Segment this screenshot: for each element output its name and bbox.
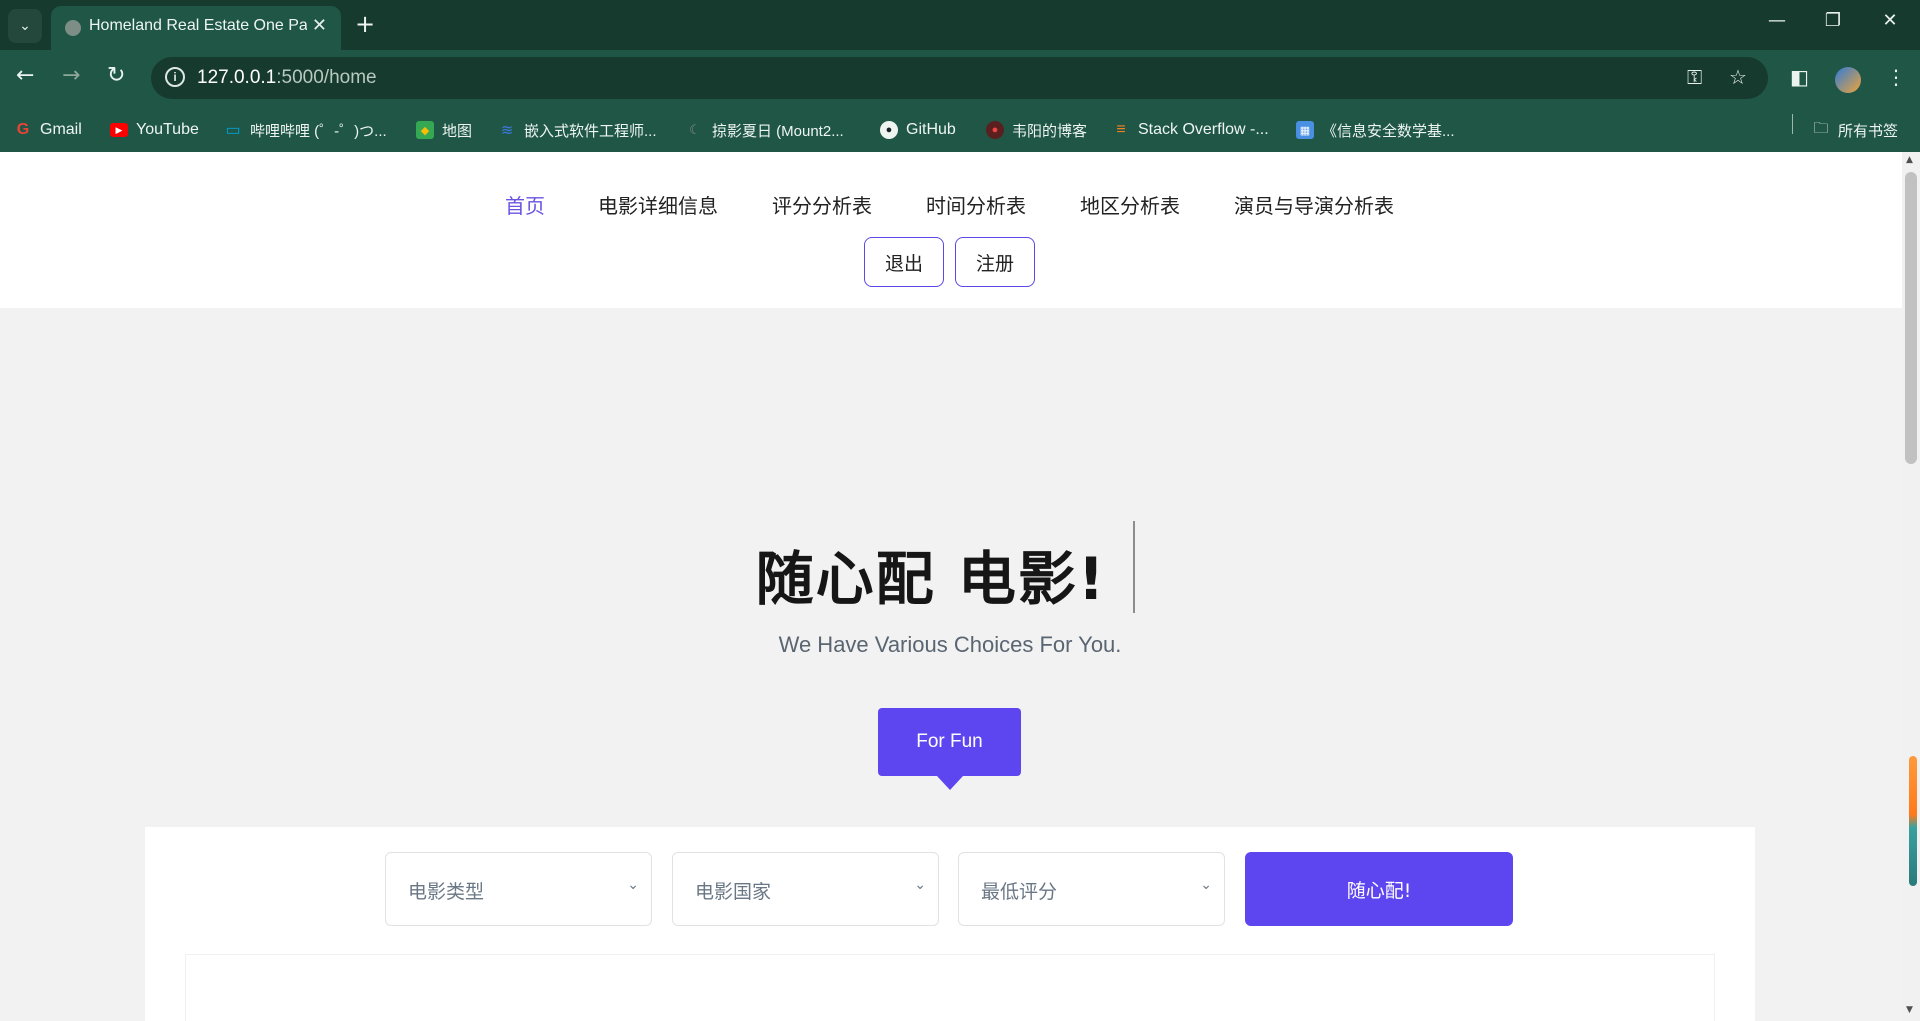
- browser-tab[interactable]: Homeland Real Estate One Pa ✕: [51, 6, 341, 50]
- for-fun-pointer: [937, 776, 963, 790]
- folder-icon: 🗀: [1813, 119, 1829, 137]
- new-tab-button[interactable]: +: [355, 12, 375, 36]
- chevron-down-icon: ⌄: [1200, 877, 1212, 893]
- github-icon: ●: [880, 121, 898, 139]
- star-bookmark-icon[interactable]: ☆: [1729, 65, 1747, 89]
- nav-time-analysis[interactable]: 时间分析表: [926, 190, 1026, 219]
- genre-select[interactable]: 电影类型 ⌄: [385, 852, 652, 926]
- bookmarks-bar: G Gmail ▶ YouTube ▭ 哔哩哔哩 (゜-゜)つ... ◆ 地图 …: [0, 108, 1920, 152]
- side-widget-handle[interactable]: [1909, 756, 1917, 886]
- gmail-icon: G: [16, 121, 30, 138]
- bookmark-embedded[interactable]: ≋ 嵌入式软件工程师...: [498, 108, 657, 152]
- reload-icon[interactable]: ↻: [107, 65, 125, 87]
- logout-button[interactable]: 退出: [864, 237, 944, 287]
- nav-rating-analysis[interactable]: 评分分析表: [772, 190, 872, 219]
- bookmark-label: 地图: [442, 122, 473, 140]
- bookmark-github[interactable]: ● GitHub: [880, 108, 956, 152]
- globe-icon: [65, 20, 81, 36]
- url-text[interactable]: 127.0.0.1:5000/home: [197, 67, 377, 89]
- bookmark-label: YouTube: [136, 121, 199, 138]
- forward-arrow-icon[interactable]: →: [62, 65, 80, 87]
- url-host: 127.0.0.1: [197, 67, 277, 88]
- browser-tab-strip: ⌄ Homeland Real Estate One Pa ✕ + — ❐ ✕: [0, 0, 1920, 50]
- address-bar[interactable]: i 127.0.0.1:5000/home ⚿ ☆: [151, 57, 1768, 99]
- bookmark-blog[interactable]: ● 韦阳的博客: [986, 108, 1087, 152]
- bookmark-gmail[interactable]: G Gmail: [14, 108, 82, 152]
- restore-icon[interactable]: ❐: [1815, 10, 1851, 31]
- all-bookmarks[interactable]: 🗀 所有书签: [1812, 108, 1898, 152]
- filter-panel: 电影类型 ⌄ 电影国家 ⌄ 最低评分 ⌄ 随心配!: [145, 827, 1755, 1021]
- bookmark-youtube[interactable]: ▶ YouTube: [110, 108, 199, 152]
- site-header: 首页 电影详细信息 评分分析表 时间分析表 地区分析表 演员与导演分析表 退出 …: [0, 152, 1902, 308]
- close-tab-icon[interactable]: ✕: [312, 15, 327, 36]
- scrollbar-thumb[interactable]: [1905, 172, 1917, 464]
- password-key-icon[interactable]: ⚿: [1687, 65, 1702, 89]
- bookmark-label: 嵌入式软件工程师...: [524, 122, 657, 140]
- chevron-down-icon: ⌄: [627, 877, 639, 893]
- moon-icon: ☾: [689, 122, 701, 137]
- page-viewport: 首页 电影详细信息 评分分析表 时间分析表 地区分析表 演员与导演分析表 退出 …: [0, 152, 1902, 1021]
- blog-icon: ●: [986, 121, 1004, 139]
- typing-cursor: [1133, 521, 1135, 613]
- nav-actor-director-analysis[interactable]: 演员与导演分析表: [1234, 190, 1394, 219]
- match-submit-button[interactable]: 随心配!: [1245, 852, 1513, 926]
- bookmark-infosec[interactable]: ▦ 《信息安全数学基...: [1296, 108, 1455, 152]
- rating-select[interactable]: 最低评分 ⌄: [958, 852, 1225, 926]
- back-arrow-icon[interactable]: ←: [16, 65, 34, 87]
- bookmark-label: 韦阳的博客: [1012, 122, 1088, 140]
- bookmark-label: 掠影夏日 (Mount2...: [712, 122, 844, 140]
- scroll-up-icon[interactable]: ▲: [1906, 155, 1913, 165]
- nav-movie-details[interactable]: 电影详细信息: [598, 190, 718, 219]
- bookmark-icon: ▦: [1296, 121, 1314, 139]
- browser-toolbar: ← → ↻ i 127.0.0.1:5000/home ⚿ ☆ ◧ ⋮: [0, 50, 1920, 108]
- hero-subtitle: We Have Various Choices For You.: [778, 632, 1122, 657]
- country-select-value: 电影国家: [695, 881, 772, 903]
- more-menu-icon[interactable]: ⋮: [1886, 65, 1906, 89]
- genre-select-value: 电影类型: [408, 881, 485, 903]
- chevron-down-icon: ⌄: [19, 18, 31, 34]
- stackoverflow-icon: ≡: [1116, 121, 1126, 138]
- side-panel-icon[interactable]: ◧: [1790, 65, 1809, 89]
- close-window-icon[interactable]: ✕: [1872, 10, 1908, 31]
- nav-region-analysis[interactable]: 地区分析表: [1080, 190, 1180, 219]
- bookmarks-divider: [1792, 114, 1793, 134]
- tab-search-button[interactable]: ⌄: [8, 9, 42, 43]
- bookmark-stackoverflow[interactable]: ≡ Stack Overflow -...: [1112, 108, 1269, 152]
- nav-home[interactable]: 首页: [505, 190, 545, 219]
- bilibili-icon: ▭: [225, 122, 241, 139]
- tab-title: Homeland Real Estate One Pa: [89, 17, 307, 34]
- profile-avatar[interactable]: [1835, 67, 1861, 93]
- hero-title: 随心配 电影!: [755, 545, 1107, 613]
- bookmark-label: Gmail: [40, 121, 82, 138]
- all-bookmarks-label: 所有书签: [1838, 122, 1899, 140]
- bookmark-label: Stack Overflow -...: [1138, 121, 1269, 138]
- scroll-down-icon[interactable]: ▼: [1906, 1005, 1913, 1015]
- minimize-icon[interactable]: —: [1759, 10, 1795, 31]
- youtube-icon: ▶: [110, 123, 128, 137]
- bookmark-icon: ≋: [500, 122, 514, 139]
- bookmark-label: GitHub: [906, 121, 956, 138]
- rating-select-value: 最低评分: [981, 881, 1058, 903]
- results-card: [185, 954, 1715, 1021]
- bookmark-label: 《信息安全数学基...: [1322, 122, 1455, 140]
- country-select[interactable]: 电影国家 ⌄: [672, 852, 939, 926]
- for-fun-button[interactable]: For Fun: [878, 708, 1021, 776]
- bookmark-bilibili[interactable]: ▭ 哔哩哔哩 (゜-゜)つ...: [224, 108, 387, 152]
- bookmark-mount[interactable]: ☾ 掠影夏日 (Mount2...: [686, 108, 844, 152]
- maps-icon: ◆: [416, 121, 434, 139]
- bookmark-maps[interactable]: ◆ 地图: [416, 108, 472, 152]
- url-path: :5000/home: [276, 67, 377, 88]
- bookmark-label: 哔哩哔哩 (゜-゜)つ...: [250, 122, 387, 140]
- register-button[interactable]: 注册: [955, 237, 1035, 287]
- site-info-icon[interactable]: i: [165, 67, 185, 87]
- chevron-down-icon: ⌄: [914, 877, 926, 893]
